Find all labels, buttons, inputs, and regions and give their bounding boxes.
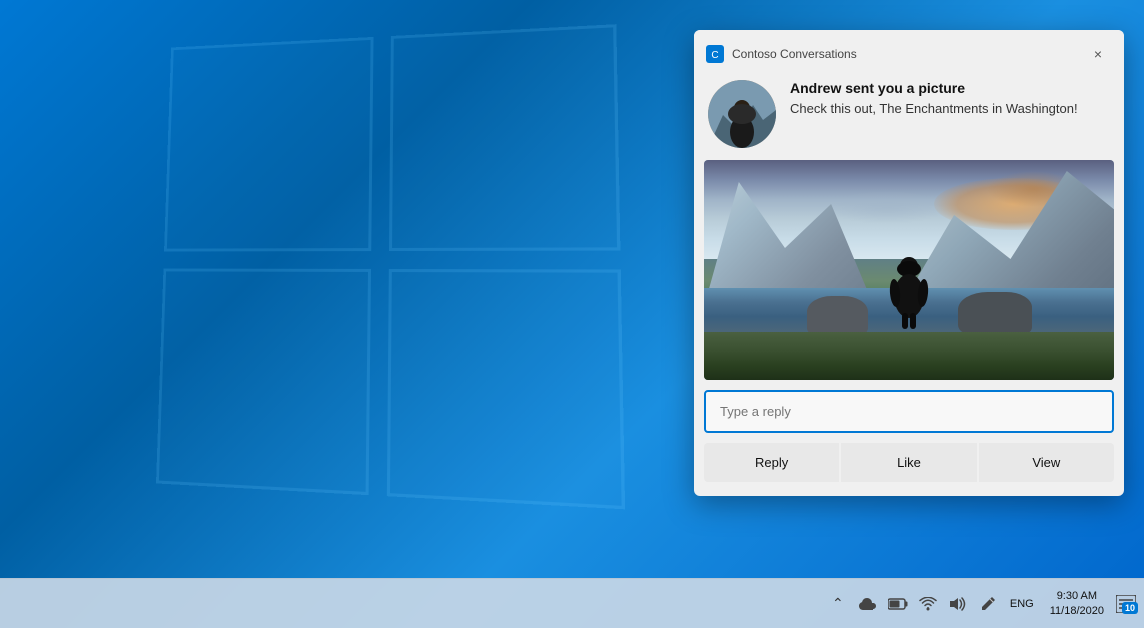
avatar xyxy=(708,80,776,148)
time-display: 9:30 AM xyxy=(1057,589,1097,603)
notification-center-button[interactable]: 10 xyxy=(1116,592,1136,616)
reply-area xyxy=(704,390,1114,433)
rock-right xyxy=(958,292,1032,336)
notification-content: Andrew sent you a picture Check this out… xyxy=(694,76,1124,160)
windows-logo xyxy=(150,30,610,490)
notification-body: Check this out, The Enchantments in Wash… xyxy=(790,100,1110,118)
taskbar: ⌃ xyxy=(0,578,1144,628)
win-pane-3 xyxy=(156,269,371,496)
close-button[interactable]: × xyxy=(1084,40,1112,68)
win-pane-2 xyxy=(389,24,620,251)
pen-icon[interactable] xyxy=(976,592,1000,616)
volume-icon[interactable] xyxy=(946,592,970,616)
date-display: 11/18/2020 xyxy=(1050,604,1104,618)
cloud-icon[interactable] xyxy=(856,592,880,616)
ground-layer xyxy=(704,332,1114,380)
system-clock[interactable]: 9:30 AM 11/18/2020 xyxy=(1050,589,1104,618)
app-icon: C xyxy=(706,45,724,63)
action-buttons: Reply Like View xyxy=(704,443,1114,482)
battery-icon[interactable] xyxy=(886,592,910,616)
reply-button[interactable]: Reply xyxy=(704,443,839,482)
app-name: Contoso Conversations xyxy=(732,47,1084,61)
person-silhouette xyxy=(889,251,929,336)
reply-input[interactable] xyxy=(704,390,1114,433)
language-indicator[interactable]: ENG xyxy=(1006,592,1038,616)
notification-image xyxy=(704,160,1114,380)
message-text-block: Andrew sent you a picture Check this out… xyxy=(790,80,1110,118)
chevron-up-icon[interactable]: ⌃ xyxy=(826,592,850,616)
wifi-icon[interactable] xyxy=(916,592,940,616)
win-pane-4 xyxy=(387,269,625,509)
notification-popup: C Contoso Conversations × Andrew sent yo… xyxy=(694,30,1124,496)
notification-badge: 10 xyxy=(1122,602,1138,614)
svg-text:C: C xyxy=(711,50,718,61)
notification-title: Andrew sent you a picture xyxy=(790,80,1110,96)
win-pane-1 xyxy=(164,37,373,252)
view-button[interactable]: View xyxy=(979,443,1114,482)
like-button[interactable]: Like xyxy=(841,443,976,482)
taskbar-right: ⌃ xyxy=(826,589,1136,618)
notification-header: C Contoso Conversations × xyxy=(694,30,1124,76)
rock-left xyxy=(807,296,869,336)
